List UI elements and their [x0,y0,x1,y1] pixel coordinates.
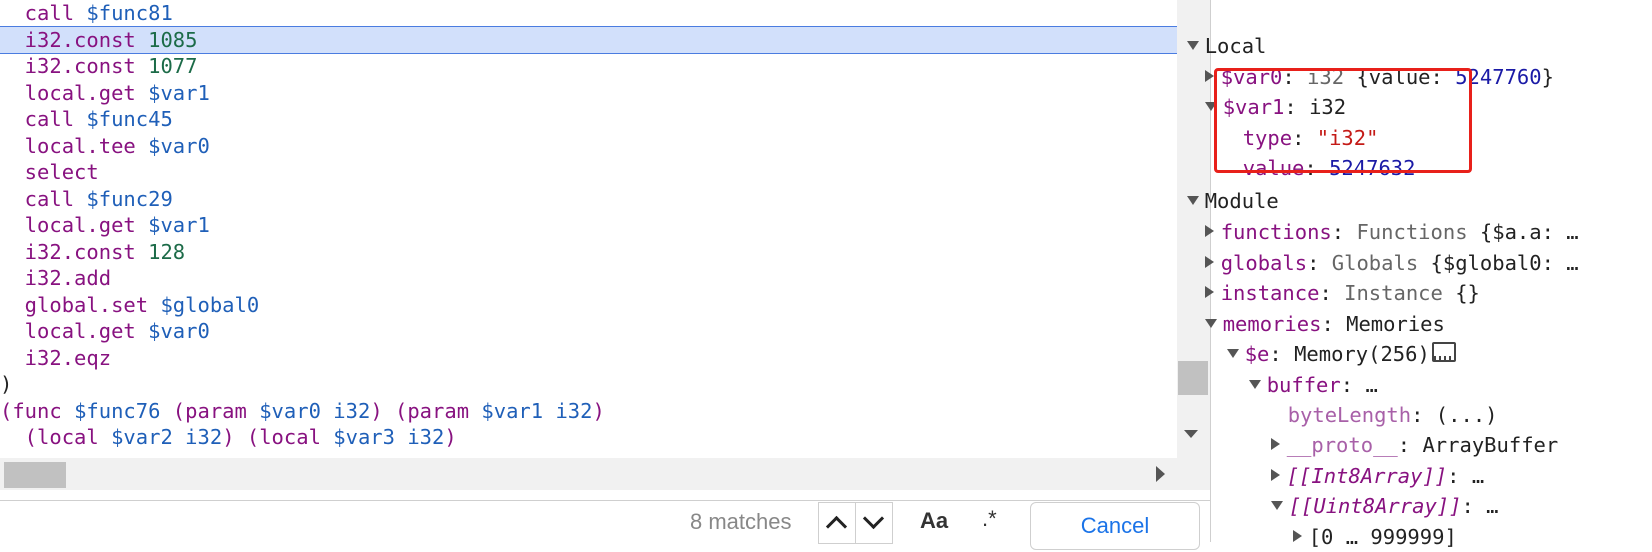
scope-bytelength-row[interactable]: byteLength: (...) [1263,370,1498,427]
scope-local-header[interactable]: Local [1162,1,1266,58]
code-line[interactable]: ) [0,370,1177,398]
code-token: ) [0,372,13,396]
code-token: ) [592,398,605,423]
code-line[interactable]: call $func45 [0,105,1177,133]
code-line[interactable]: i32.const 128 [0,238,1177,266]
code-token: $func29 [86,186,173,211]
next-match-button[interactable] [855,502,893,544]
code-token: 1085 [148,27,198,52]
code-line[interactable]: call $func29 [0,185,1177,213]
code-token: i32.const [0,27,149,52]
code-token: i32 [320,398,371,423]
code-token: 128 [148,239,186,264]
search-bar [0,500,1210,543]
code-line-highlighted[interactable]: i32.const 1085 [0,25,1177,54]
code-line[interactable]: (func $func76 (param $var0 i32) (param $… [0,397,1177,425]
code-line[interactable]: local.get $var0 [0,317,1177,345]
code-token: local.tee [0,133,149,158]
code-token: i32.const [0,239,149,264]
code-line[interactable]: (local $var2 i32) (local $var3 i32) [0,423,1177,451]
code-token: local.get [0,80,149,105]
code-token: $var0 [259,398,321,423]
code-line[interactable]: local.get $var1 [0,211,1177,239]
code-token: (param [160,398,260,423]
code-token: ) (param [370,398,482,423]
code-token: select [0,160,99,184]
code-line[interactable]: i32.add [0,264,1177,292]
code-token: local.get [0,319,149,343]
code-token: $var1 [481,398,544,423]
match-case-button[interactable]: Aa [920,508,948,534]
expand-arrow-icon [1248,379,1261,389]
code-token: i32 [395,425,445,449]
code-token: ) (local [222,425,334,449]
code-token: $var3 [333,425,395,449]
scope-memories-row[interactable]: memories: Memories [1180,279,1445,336]
code-token: $func45 [86,107,173,131]
code-line[interactable]: call $func81 [0,0,1177,27]
scope-proto-row[interactable]: __proto__: ArrayBuffer [1246,400,1558,457]
chevron-up-icon [825,515,848,538]
code-line[interactable]: i32.const 1077 [0,52,1177,80]
scope-globals-row[interactable]: globals: Globals {$global0: … [1180,218,1579,275]
code-line[interactable]: global.set $global0 [0,291,1177,319]
code-token: i32 [172,425,223,449]
scope-instance-row[interactable]: instance: Instance {} [1180,248,1480,305]
horizontal-scrollbar[interactable] [0,458,1210,490]
code-token: call [0,1,87,25]
scope-memory-e-row[interactable]: $e: Memory(256) [1202,309,1456,366]
collapse-arrow-icon [1292,530,1302,542]
code-token: i32 [543,398,593,423]
scroll-right-arrow-icon[interactable] [1156,466,1165,482]
code-token: $func76 [74,398,161,423]
code-line[interactable]: local.get $var1 [0,79,1177,107]
regex-button[interactable]: .* [982,506,997,532]
code-token: $var0 [148,133,210,158]
code-token: i32.const [0,54,149,78]
code-token: $var0 [148,319,210,343]
code-token: local.get [0,213,149,237]
code-token: global.set [0,292,161,317]
code-line[interactable]: i32.eqz [0,344,1177,372]
memory-inspector-icon[interactable] [1431,342,1456,362]
scope-var0-row[interactable]: $var0: i32 {value: 5247760} [1180,32,1554,89]
code-token: (func [0,398,75,423]
code-token: $func81 [86,1,173,25]
code-token: $var1 [148,213,210,237]
match-count: 8 matches [690,509,792,534]
code-token: 1077 [148,54,198,78]
code-token: call [0,186,87,211]
code-line[interactable]: select [0,158,1177,186]
code-token: ) [444,425,457,449]
scope-uint8array-row[interactable]: [[Uint8Array]]: … [1246,461,1499,518]
scope-functions-row[interactable]: functions: Functions {$a.a: … [1180,187,1579,244]
scope-buffer-row[interactable]: buffer: … [1224,340,1378,397]
code-token: i32.add [0,266,112,290]
code-token: call [0,107,87,131]
code-token: i32.eqz [0,345,112,370]
code-editor[interactable]: call $func81 i32.const 1085 i32.const 10… [0,0,1177,458]
previous-match-button[interactable] [818,502,856,544]
code-line[interactable]: local.tee $var0 [0,132,1177,160]
code-token: $var1 [148,80,210,105]
code-token: (local [0,425,112,449]
scope-int8array-row[interactable]: [[Int8Array]]: … [1246,431,1484,488]
scope-range-row[interactable]: [0 … 999999] [1268,492,1457,549]
chevron-down-icon [862,507,885,530]
horizontal-scrollbar-thumb[interactable] [4,462,66,488]
scope-module-header[interactable]: Module [1162,156,1279,213]
cancel-button[interactable]: Cancel [1030,502,1200,550]
code-token: $var2 [111,425,173,449]
code-token: $global0 [160,292,260,317]
scroll-down-arrow-icon[interactable] [1184,430,1198,438]
